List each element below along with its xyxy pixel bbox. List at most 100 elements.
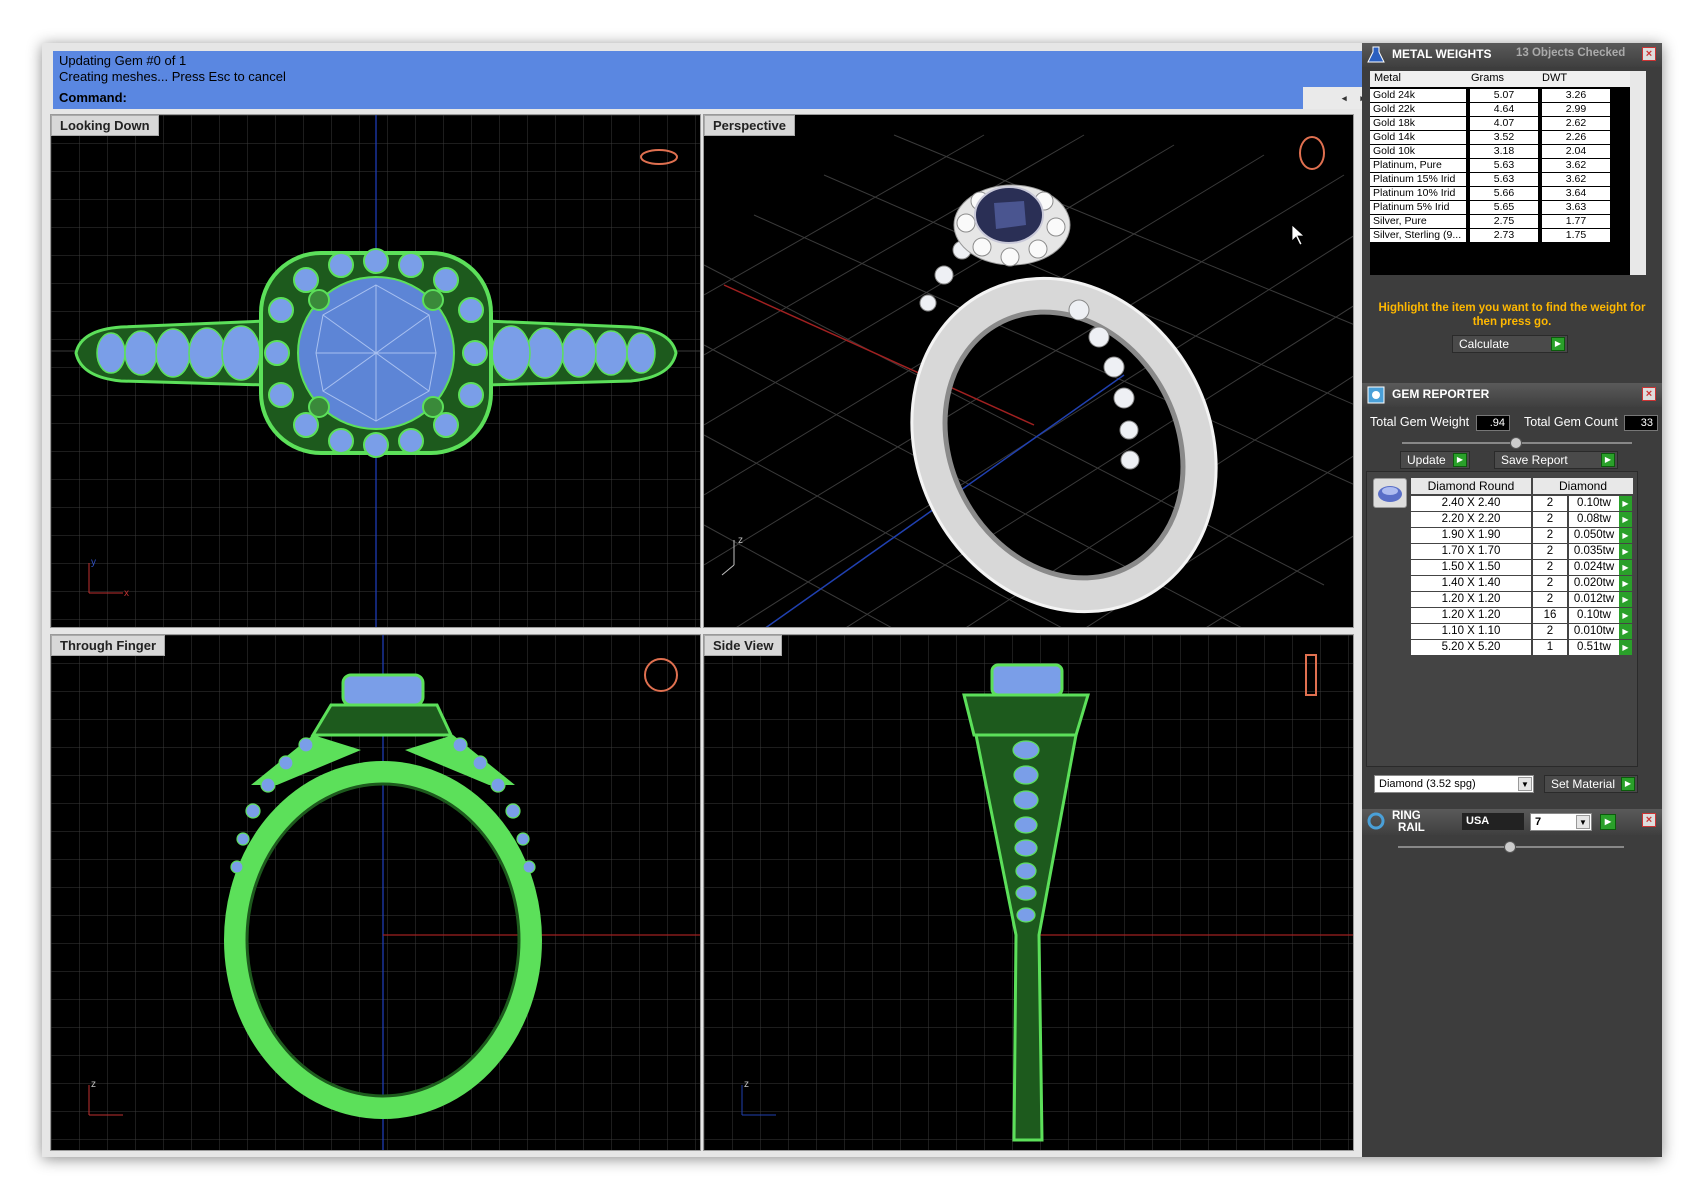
ring-size-select[interactable]: 7 ▼ xyxy=(1530,813,1592,831)
metal-name: Gold 24k xyxy=(1370,89,1466,102)
table-row[interactable]: Platinum, Pure 5.63 3.62 xyxy=(1370,159,1630,173)
viewport-label[interactable]: Perspective xyxy=(704,115,795,136)
table-row[interactable]: Silver, Sterling (9... 2.73 1.75 xyxy=(1370,229,1630,243)
close-icon[interactable]: × xyxy=(1642,47,1656,61)
grams-value: 4.07 xyxy=(1470,117,1538,130)
gem-row[interactable]: 5.20 X 5.20 1 0.51tw ▶ xyxy=(1411,640,1632,656)
go-icon[interactable]: ▶ xyxy=(1619,560,1632,575)
chevron-down-icon[interactable]: ▼ xyxy=(1576,815,1590,829)
command-prompt: Command: xyxy=(59,90,127,105)
go-icon[interactable]: ▶ xyxy=(1619,592,1632,607)
grams-value: 5.07 xyxy=(1470,89,1538,102)
gem-size: 5.20 X 5.20 xyxy=(1411,640,1531,655)
material-select[interactable]: Diamond (3.52 spg) ▼ xyxy=(1374,775,1534,793)
table-row[interactable]: Gold 24k 5.07 3.26 xyxy=(1370,89,1630,103)
ring-rail-title-1: RING xyxy=(1392,810,1421,822)
table-row[interactable]: Silver, Pure 2.75 1.77 xyxy=(1370,215,1630,229)
update-label: Update xyxy=(1407,453,1446,467)
go-icon[interactable]: ▶ xyxy=(1601,453,1615,467)
grams-value: 5.63 xyxy=(1470,159,1538,172)
svg-text:x: x xyxy=(124,588,129,599)
col-diamond[interactable]: Diamond xyxy=(1533,478,1633,494)
close-icon[interactable]: × xyxy=(1642,387,1656,401)
go-icon[interactable]: ▶ xyxy=(1619,544,1632,559)
go-icon[interactable]: ▶ xyxy=(1619,576,1632,591)
country-field[interactable]: USA xyxy=(1462,813,1524,830)
gem-weight: 0.51tw xyxy=(1569,640,1619,655)
go-icon[interactable]: ▶ xyxy=(1621,777,1635,791)
ring-size-slider[interactable] xyxy=(1398,841,1624,853)
gem-row[interactable]: 1.20 X 1.20 2 0.012tw ▶ xyxy=(1411,592,1632,608)
gem-row[interactable]: 1.40 X 1.40 2 0.020tw ▶ xyxy=(1411,576,1632,592)
update-button[interactable]: Update ▶ xyxy=(1400,451,1470,469)
grams-value: 2.75 xyxy=(1470,215,1538,228)
dwt-value: 3.62 xyxy=(1542,173,1610,186)
metal-weights-titlebar: METAL WEIGHTS 13 Objects Checked × xyxy=(1362,43,1662,67)
svg-text:y: y xyxy=(91,557,96,568)
go-icon[interactable]: ▶ xyxy=(1619,608,1632,623)
col-metal[interactable]: Metal xyxy=(1374,72,1401,84)
viewport-through-finger[interactable]: z Through Finger xyxy=(50,634,701,1151)
perspective-render: z xyxy=(704,115,1353,627)
table-row[interactable]: Gold 18k 4.07 2.62 xyxy=(1370,117,1630,131)
col-grams[interactable]: Grams xyxy=(1471,72,1504,84)
gem-row[interactable]: 1.50 X 1.50 2 0.024tw ▶ xyxy=(1411,560,1632,576)
calculate-button[interactable]: Calculate ▶ xyxy=(1452,335,1568,353)
dwt-value: 3.64 xyxy=(1542,187,1610,200)
slider-knob[interactable] xyxy=(1504,841,1516,853)
save-report-button[interactable]: Save Report ▶ xyxy=(1494,451,1618,469)
ring-rail-titlebar: RING RAIL USA 7 ▼ ▶ × xyxy=(1362,809,1662,835)
col-diamond-round[interactable]: Diamond Round xyxy=(1411,478,1531,494)
table-row[interactable]: Platinum 5% Irid 5.65 3.63 xyxy=(1370,201,1630,215)
slider-knob[interactable] xyxy=(1510,437,1522,449)
gem-report-icon xyxy=(1367,386,1385,404)
table-row[interactable]: Gold 22k 4.64 2.99 xyxy=(1370,103,1630,117)
go-icon[interactable]: ▶ xyxy=(1619,512,1632,527)
gem-row[interactable]: 1.70 X 1.70 2 0.035tw ▶ xyxy=(1411,544,1632,560)
gem-row[interactable]: 2.20 X 2.20 2 0.08tw ▶ xyxy=(1411,512,1632,528)
gem-weight: 0.020tw xyxy=(1569,576,1619,591)
chevron-down-icon[interactable]: ▼ xyxy=(1518,777,1532,791)
gem-row[interactable]: 1.20 X 1.20 16 0.10tw ▶ xyxy=(1411,608,1632,624)
table-row[interactable]: Platinum 10% Irid 5.66 3.64 xyxy=(1370,187,1630,201)
objects-checked-status: 13 Objects Checked xyxy=(1516,47,1626,59)
table-row[interactable]: Gold 10k 3.18 2.04 xyxy=(1370,145,1630,159)
go-icon[interactable]: ▶ xyxy=(1619,528,1632,543)
gem-count: 2 xyxy=(1533,624,1567,639)
table-row[interactable]: Gold 14k 3.52 2.26 xyxy=(1370,131,1630,145)
gem-row[interactable]: 1.10 X 1.10 2 0.010tw ▶ xyxy=(1411,624,1632,640)
go-icon[interactable]: ▶ xyxy=(1551,337,1565,351)
gem-row[interactable]: 2.40 X 2.40 2 0.10tw ▶ xyxy=(1411,496,1632,512)
dwt-value: 1.75 xyxy=(1542,229,1610,242)
gem-row[interactable]: 1.90 X 1.90 2 0.050tw ▶ xyxy=(1411,528,1632,544)
gem-reporter-titlebar: GEM REPORTER × xyxy=(1362,383,1662,407)
table-row[interactable]: Platinum 15% Irid 5.63 3.62 xyxy=(1370,173,1630,187)
gem-count: 2 xyxy=(1533,592,1567,607)
viewport-looking-down[interactable]: y x Looking Down xyxy=(50,114,701,628)
viewport-label[interactable]: Side View xyxy=(704,635,783,656)
dwt-value: 2.26 xyxy=(1542,131,1610,144)
gem-count: 2 xyxy=(1533,560,1567,575)
metal-table-scrollbar[interactable] xyxy=(1630,71,1646,275)
metal-name: Gold 14k xyxy=(1370,131,1466,144)
go-icon[interactable]: ▶ xyxy=(1619,640,1632,655)
close-icon[interactable]: × xyxy=(1642,813,1656,827)
gem-slider[interactable] xyxy=(1402,437,1632,449)
metal-name: Gold 18k xyxy=(1370,117,1466,130)
save-report-label: Save Report xyxy=(1501,453,1568,467)
dwt-value: 3.62 xyxy=(1542,159,1610,172)
viewport-side-view[interactable]: z Side View xyxy=(703,634,1354,1151)
total-gem-count-value: 33 xyxy=(1624,415,1658,431)
go-icon[interactable]: ▶ xyxy=(1600,814,1616,830)
set-material-button[interactable]: Set Material ▶ xyxy=(1544,775,1638,793)
viewport-label[interactable]: Looking Down xyxy=(51,115,159,136)
go-icon[interactable]: ▶ xyxy=(1453,453,1467,467)
grams-value: 3.52 xyxy=(1470,131,1538,144)
total-gem-weight-value: .94 xyxy=(1476,415,1510,431)
col-dwt[interactable]: DWT xyxy=(1542,72,1567,84)
command-line[interactable]: Command: ◂▸ xyxy=(53,87,1383,109)
viewport-label[interactable]: Through Finger xyxy=(51,635,166,656)
go-icon[interactable]: ▶ xyxy=(1619,496,1632,511)
go-icon[interactable]: ▶ xyxy=(1619,624,1632,639)
viewport-perspective[interactable]: z Perspective xyxy=(703,114,1354,628)
